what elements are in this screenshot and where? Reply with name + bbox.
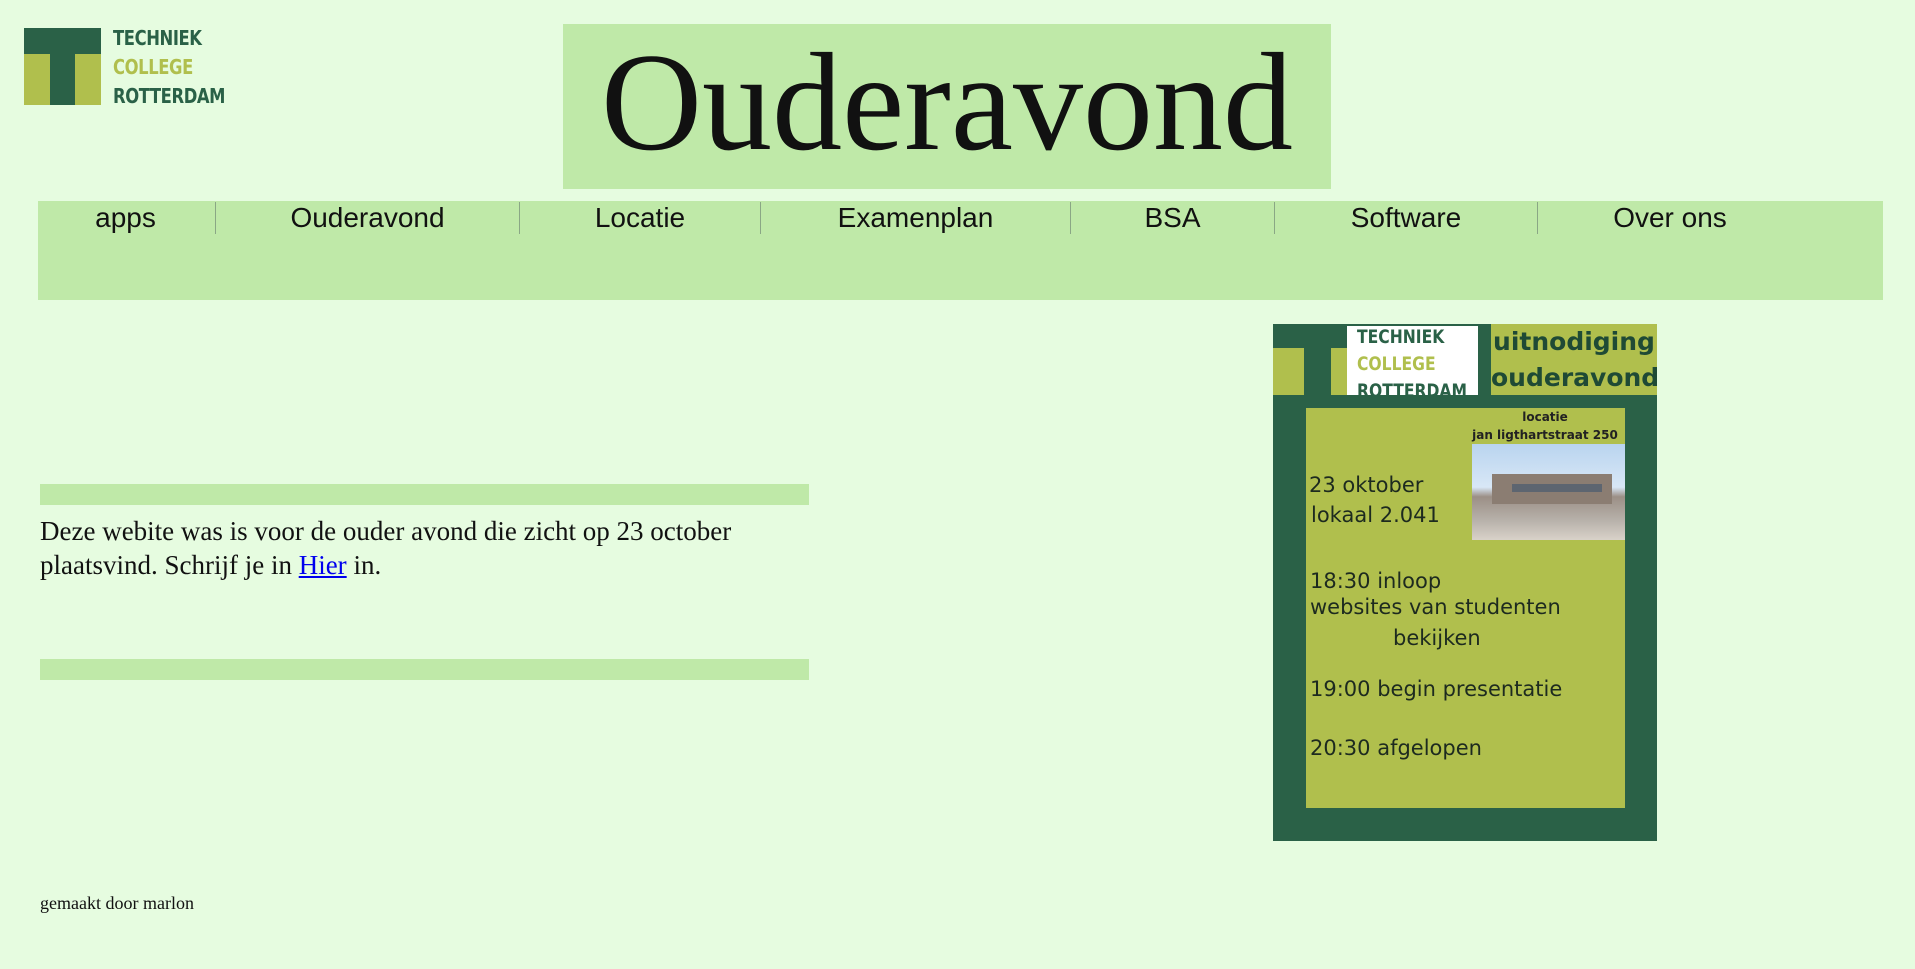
poster-location-address: jan ligthartstraat 250 bbox=[1472, 428, 1618, 442]
intro-text: Deze webite was is voor de ouder avond d… bbox=[40, 514, 760, 582]
poster-logo-line-3: ROTTERDAM bbox=[1357, 380, 1467, 402]
logo-mark bbox=[24, 28, 101, 105]
poster-location: locatie jan ligthartstraat 250 bbox=[1465, 408, 1625, 444]
poster-invite-line-2: ouderavond bbox=[1491, 363, 1657, 392]
nav-item-ouderavond[interactable]: Ouderavond bbox=[216, 201, 519, 234]
logo-line-1: TECHNIEK bbox=[113, 26, 202, 50]
nav-item-bsa[interactable]: BSA bbox=[1071, 201, 1274, 234]
school-building-photo bbox=[1472, 444, 1625, 540]
poster-date: 23 oktober bbox=[1309, 473, 1424, 497]
nav-item-apps[interactable]: apps bbox=[38, 201, 213, 234]
signup-link[interactable]: Hier bbox=[299, 550, 347, 580]
invitation-poster: TECHNIEK COLLEGE ROTTERDAM uitnodiging o… bbox=[1273, 324, 1657, 841]
footer-credit: gemaakt door marlon bbox=[40, 893, 194, 913]
poster-logo-mark bbox=[1273, 324, 1351, 395]
page-title: Ouderavond bbox=[600, 24, 1293, 180]
poster-logo-line-2: COLLEGE bbox=[1357, 353, 1436, 375]
intro-text-after: in. bbox=[346, 550, 382, 580]
poster-invite-line-1: uitnodiging bbox=[1493, 327, 1655, 356]
nav-item-locatie[interactable]: Locatie bbox=[520, 201, 760, 234]
content-divider-bottom bbox=[40, 659, 809, 680]
intro-text-before: Deze webite was is voor de ouder avond d… bbox=[40, 516, 732, 580]
logo-text: TECHNIEK COLLEGE ROTTERDAM bbox=[113, 24, 226, 111]
poster-end: 20:30 afgelopen bbox=[1310, 736, 1482, 760]
poster-details-panel: locatie jan ligthartstraat 250 23 oktobe… bbox=[1306, 408, 1625, 808]
poster-walkin-detail-2: bekijken bbox=[1393, 626, 1481, 650]
site-logo: TECHNIEK COLLEGE ROTTERDAM bbox=[24, 26, 244, 108]
poster-location-label: locatie bbox=[1522, 410, 1568, 424]
nav-item-over-ons[interactable]: Over ons bbox=[1538, 201, 1802, 234]
logo-line-2: COLLEGE bbox=[113, 55, 193, 79]
poster-walkin: 18:30 inloop bbox=[1310, 569, 1442, 593]
page-title-box: Ouderavond bbox=[563, 24, 1331, 189]
poster-walkin-detail-1: websites van studenten bbox=[1310, 595, 1561, 619]
poster-logo-line-1: TECHNIEK bbox=[1357, 326, 1445, 348]
content-divider-top bbox=[40, 484, 809, 505]
nav-item-software[interactable]: Software bbox=[1275, 201, 1537, 234]
poster-logo-text: TECHNIEK COLLEGE ROTTERDAM bbox=[1357, 324, 1467, 405]
nav-item-examenplan[interactable]: Examenplan bbox=[761, 201, 1070, 234]
poster-invite-heading: uitnodiging ouderavond bbox=[1491, 324, 1657, 395]
poster-room: lokaal 2.041 bbox=[1311, 503, 1440, 527]
main-nav: apps Ouderavond Locatie Examenplan BSA S… bbox=[38, 201, 1883, 300]
poster-presentation: 19:00 begin presentatie bbox=[1310, 677, 1563, 701]
logo-line-3: ROTTERDAM bbox=[113, 84, 226, 108]
